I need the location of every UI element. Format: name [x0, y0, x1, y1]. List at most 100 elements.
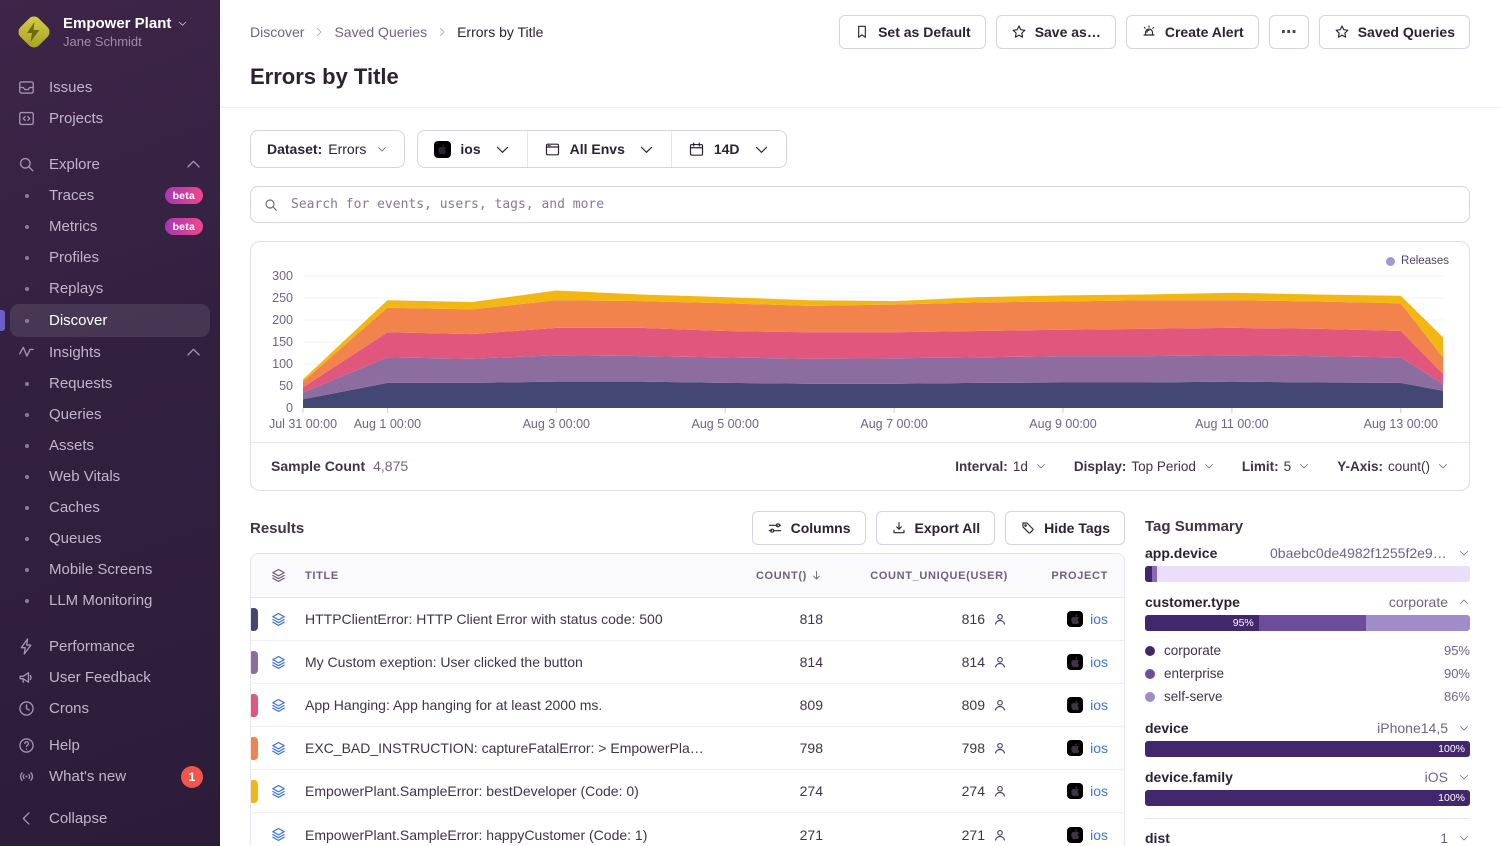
column-header-count[interactable]: COUNT()	[719, 569, 829, 582]
chart-legend[interactable]: Releases	[1386, 255, 1449, 267]
sort-arrow-down-icon	[810, 569, 823, 582]
sidebar-item-user-feedback[interactable]: User Feedback	[10, 662, 210, 693]
sidebar-item-help[interactable]: Help	[10, 730, 210, 761]
export-all-button[interactable]: Export All	[876, 511, 996, 545]
sidebar-item-traces[interactable]: Tracesbeta	[10, 180, 210, 211]
chevron-up-icon	[184, 155, 203, 174]
sidebar-item-label: Discover	[49, 312, 107, 329]
sidebar-item-metrics[interactable]: Metricsbeta	[10, 211, 210, 242]
sidebar-item-profiles[interactable]: Profiles	[10, 242, 210, 273]
hide-tags-button[interactable]: Hide Tags	[1005, 511, 1125, 545]
table-row: EXC_BAD_INSTRUCTION: captureFatalError: …	[251, 727, 1124, 770]
column-header-count-unique[interactable]: COUNT_UNIQUE(USER)	[829, 570, 1014, 582]
chart-card: Releases 050100150200250300Jul 31 00:00A…	[250, 241, 1470, 491]
sidebar-item-insights[interactable]: Insights	[10, 337, 210, 368]
svg-text:Aug 5 00:00: Aug 5 00:00	[691, 417, 758, 431]
table-row: EmpowerPlant.SampleError: happyCustomer …	[251, 813, 1124, 846]
stack-events-button[interactable]	[251, 697, 305, 714]
sidebar-item-llm-monitoring[interactable]: LLM Monitoring	[10, 585, 210, 616]
project-link[interactable]: ios	[1090, 654, 1108, 670]
tag-value-toggle[interactable]: 1	[1440, 830, 1470, 846]
sidebar-item-label: LLM Monitoring	[49, 592, 152, 609]
sidebar-item-explore[interactable]: Explore	[10, 149, 210, 180]
columns-button[interactable]: Columns	[752, 511, 866, 545]
bullet-dot-icon	[25, 256, 29, 260]
stack-events-button[interactable]	[251, 740, 305, 757]
stack-events-button[interactable]	[251, 783, 305, 800]
limit-selector[interactable]: Limit:5	[1242, 459, 1310, 474]
project-link[interactable]: ios	[1090, 827, 1108, 843]
column-header-title[interactable]: TITLE	[305, 570, 719, 582]
svg-text:50: 50	[279, 379, 293, 393]
dataset-selector[interactable]: Dataset:Errors	[250, 130, 405, 168]
results-heading: Results	[250, 520, 304, 537]
tag-value-toggle[interactable]: 0baebc0de4982f1255f2e9e9fb7…	[1270, 545, 1470, 561]
svg-text:0: 0	[286, 401, 293, 415]
results-table: TITLE COUNT() COUNT_UNIQUE(USER) PROJECT…	[250, 553, 1125, 846]
org-switcher[interactable]: Empower Plant Jane Schmidt	[0, 14, 220, 50]
breadcrumb: DiscoverSaved QueriesErrors by Title	[250, 24, 543, 40]
display-selector[interactable]: Display:Top Period	[1074, 459, 1215, 474]
project-link[interactable]: ios	[1090, 740, 1108, 756]
error-title: App Hanging: App hanging for at least 20…	[305, 697, 719, 713]
sidebar-item-whats-new[interactable]: What's new1	[10, 761, 210, 792]
collapse-label: Collapse	[49, 810, 107, 827]
saved-queries-button[interactable]: Saved Queries	[1319, 15, 1470, 49]
project-link[interactable]: ios	[1090, 783, 1108, 799]
breadcrumb-item[interactable]: Discover	[250, 24, 304, 40]
stack-events-button[interactable]	[251, 826, 305, 843]
layers-column-header	[251, 567, 305, 584]
svg-text:200: 200	[272, 313, 293, 327]
sidebar-item-mobile-screens[interactable]: Mobile Screens	[10, 554, 210, 585]
date-range-filter[interactable]: 14D	[671, 131, 786, 167]
tag-summary-heading: Tag Summary	[1145, 511, 1470, 541]
sidebar: Empower Plant Jane Schmidt Issues Project…	[0, 0, 220, 846]
sidebar-item-issues[interactable]: Issues	[10, 72, 210, 103]
tag-distribution-bar	[1145, 566, 1470, 582]
sidebar-item-queues[interactable]: Queues	[10, 523, 210, 554]
project-link[interactable]: ios	[1090, 611, 1108, 627]
more-options-button[interactable]: ⋯	[1269, 15, 1309, 49]
project-filter[interactable]: ios	[418, 131, 526, 167]
megaphone-icon	[17, 668, 36, 687]
set-as-default-button[interactable]: Set as Default	[839, 15, 986, 49]
column-header-project[interactable]: PROJECT	[1014, 570, 1124, 582]
create-alert-button[interactable]: Create Alert	[1126, 15, 1259, 49]
save-as-button[interactable]: Save as…	[996, 15, 1116, 49]
sidebar-item-replays[interactable]: Replays	[10, 273, 210, 304]
svg-text:150: 150	[272, 335, 293, 349]
stack-events-button[interactable]	[251, 654, 305, 671]
breadcrumb-item[interactable]: Saved Queries	[334, 24, 427, 40]
chevron-down-icon	[177, 18, 188, 29]
apple-icon	[1067, 654, 1083, 670]
project-cell: ios	[1014, 654, 1124, 670]
action-bar: Set as Default Save as… Create Alert ⋯ S…	[839, 15, 1470, 49]
tag-value-toggle[interactable]: iPhone14,5	[1377, 720, 1470, 736]
project-link[interactable]: ios	[1090, 697, 1108, 713]
tag-value-toggle[interactable]: iOS	[1425, 769, 1470, 785]
sidebar-item-assets[interactable]: Assets	[10, 430, 210, 461]
sidebar-item-web-vitals[interactable]: Web Vitals	[10, 461, 210, 492]
sidebar-item-label: Projects	[49, 110, 103, 127]
sidebar-collapse-button[interactable]: Collapse	[10, 803, 210, 834]
sidebar-item-requests[interactable]: Requests	[10, 368, 210, 399]
count-unique-value: 809	[829, 697, 1014, 713]
sidebar-item-label: Mobile Screens	[49, 561, 152, 578]
sidebar-item-discover[interactable]: Discover	[10, 304, 210, 337]
interval-selector[interactable]: Interval:1d	[955, 459, 1047, 474]
search-input[interactable]	[289, 196, 1457, 213]
tag-distribution-bar: 95%	[1145, 615, 1470, 631]
sidebar-item-caches[interactable]: Caches	[10, 492, 210, 523]
sidebar-item-projects[interactable]: Projects	[10, 103, 210, 134]
environment-filter[interactable]: All Envs	[527, 131, 671, 167]
sidebar-item-queries[interactable]: Queries	[10, 399, 210, 430]
count-unique-value: 814	[829, 654, 1014, 670]
stack-events-button[interactable]	[251, 611, 305, 628]
stacked-area-chart[interactable]: 050100150200250300Jul 31 00:00Aug 1 00:0…	[251, 250, 1467, 442]
bolt-icon	[26, 22, 41, 42]
star-icon	[1011, 24, 1027, 40]
tag-value-toggle[interactable]: corporate	[1389, 594, 1470, 610]
sidebar-item-performance[interactable]: Performance	[10, 631, 210, 662]
sidebar-item-crons[interactable]: Crons	[10, 693, 210, 724]
y-axis-selector[interactable]: Y-Axis:count()	[1337, 459, 1449, 474]
